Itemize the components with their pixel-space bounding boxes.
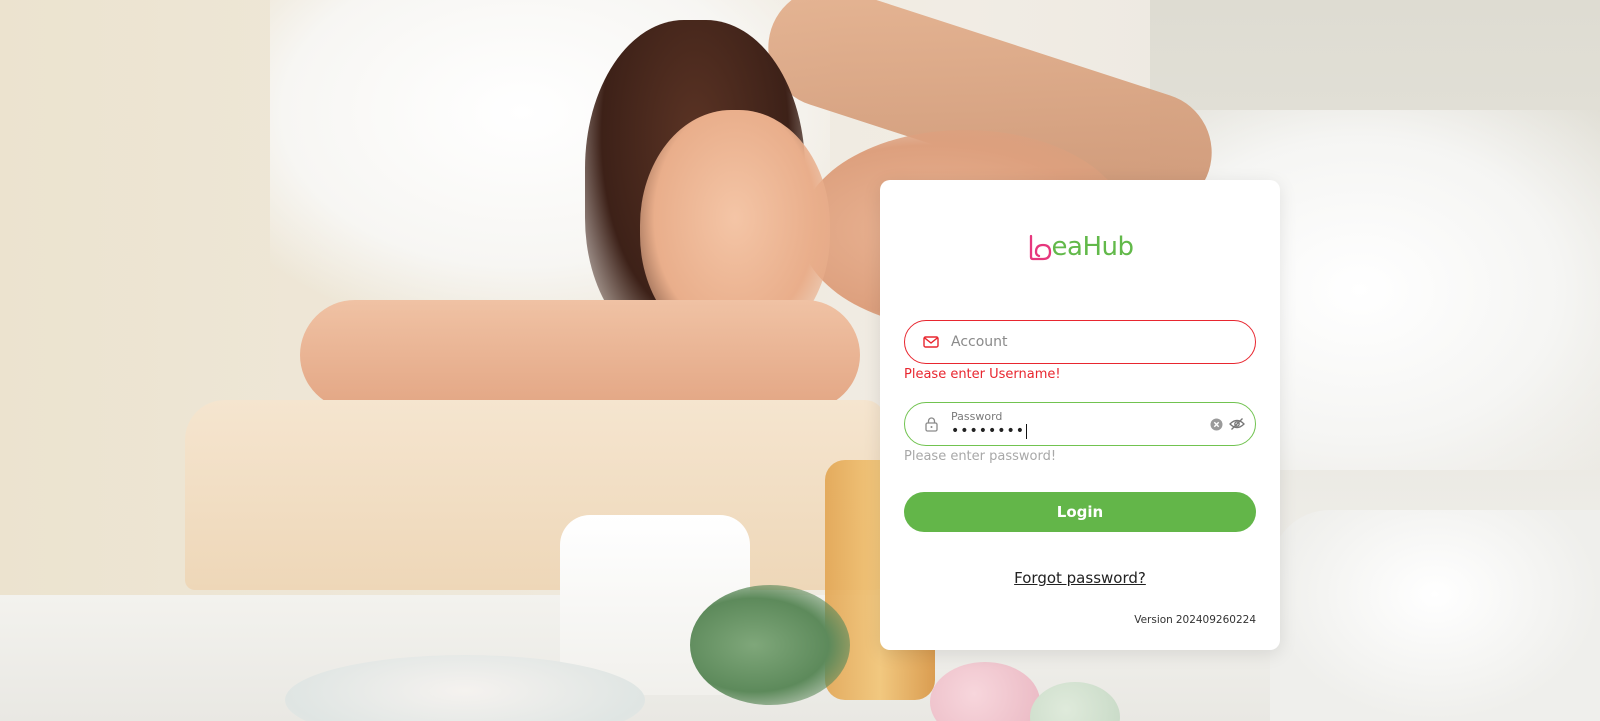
- password-hint-message: Please enter password!: [904, 449, 1057, 464]
- logo-text: eaHub: [1051, 232, 1134, 262]
- version-label: Version: [1134, 614, 1173, 626]
- lock-icon: [923, 416, 939, 432]
- password-floating-label: Password: [951, 410, 1003, 423]
- version-info: Version 202409260224: [1131, 614, 1256, 626]
- password-field[interactable]: Password ••••••••: [904, 402, 1256, 446]
- text-caret: [1026, 423, 1028, 439]
- account-error-message: Please enter Username!: [904, 367, 1061, 382]
- mail-icon: [923, 334, 939, 350]
- account-field[interactable]: [904, 320, 1256, 364]
- password-input[interactable]: ••••••••: [951, 423, 1028, 439]
- login-card: eaHub Please enter Username! Password ••…: [880, 180, 1280, 650]
- forgot-password-link[interactable]: Forgot password?: [880, 569, 1280, 587]
- version-number: 202409260224: [1175, 614, 1256, 626]
- clear-icon[interactable]: [1210, 418, 1223, 431]
- eye-off-icon[interactable]: [1229, 417, 1245, 431]
- login-button[interactable]: Login: [904, 492, 1256, 532]
- background-photo: [0, 0, 1600, 721]
- account-input[interactable]: [951, 330, 1191, 354]
- leaf-heart-logo-icon: [1029, 234, 1051, 261]
- password-masked-value: ••••••••: [951, 423, 1026, 439]
- brand-logo: eaHub: [880, 230, 1280, 264]
